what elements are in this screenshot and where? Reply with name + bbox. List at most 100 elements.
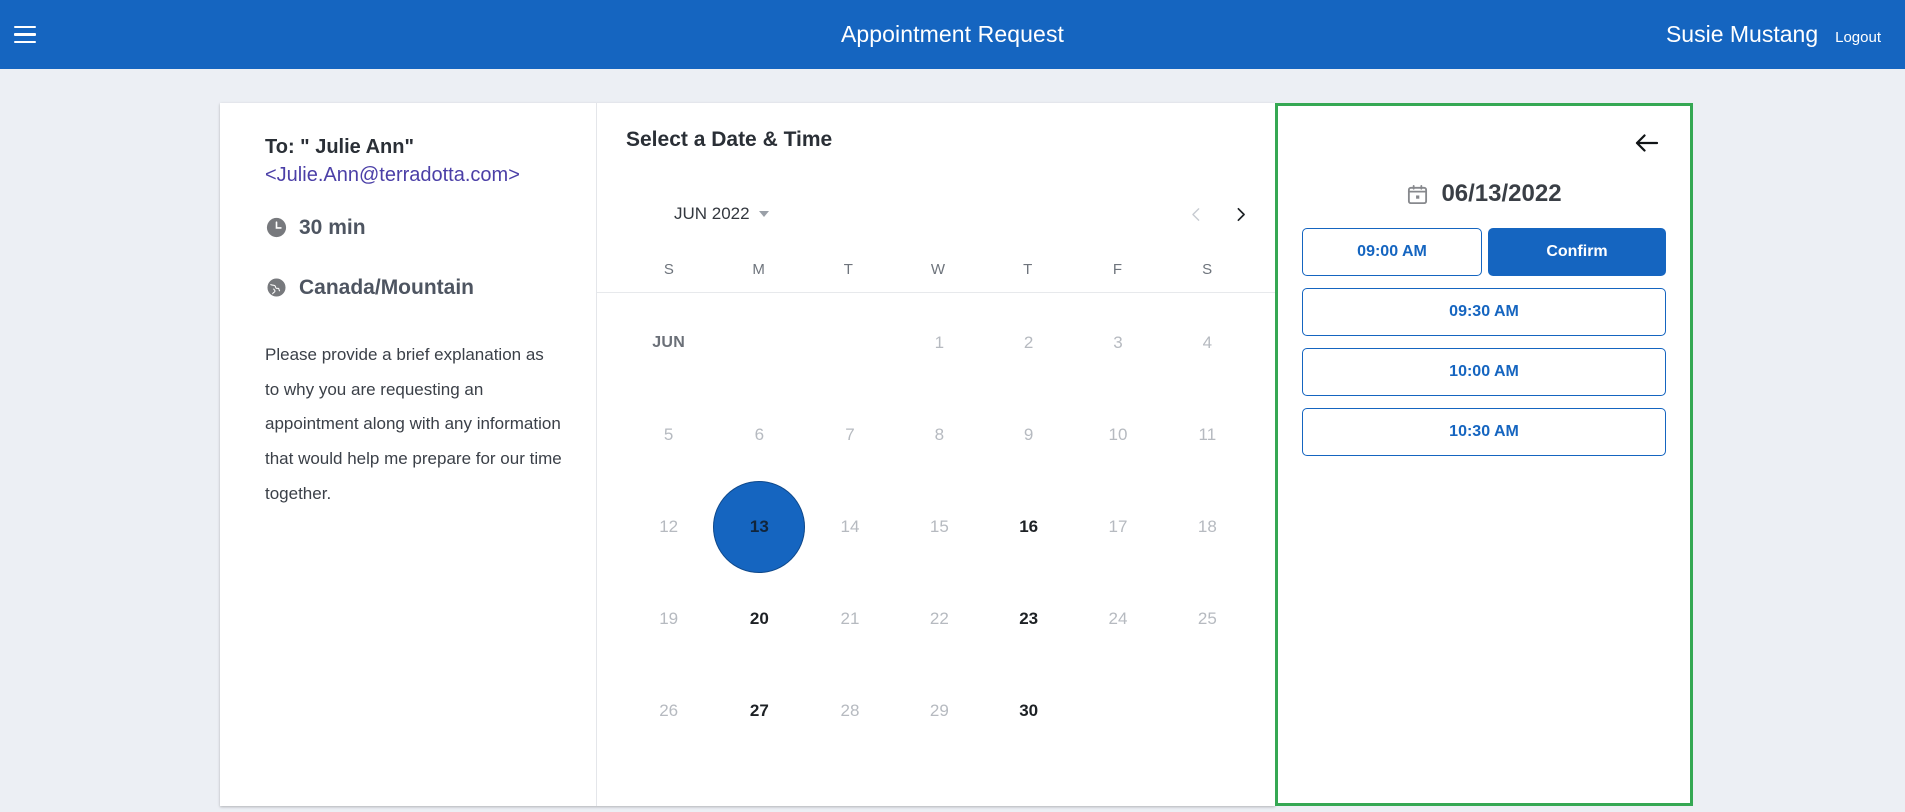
time-slot-button[interactable]: 10:30 AM [1302,408,1666,456]
time-slot-button[interactable]: 09:30 AM [1302,288,1666,336]
recipient-email: <Julie.Ann@terradotta.com> [265,164,520,187]
calendar-day-disabled: 1 [934,333,945,352]
weekday-label: S [1202,261,1213,278]
calendar-day-selected[interactable]: 13 [713,481,806,573]
time-slot-row: 10:00 AM [1302,348,1666,396]
weekday-label: M [752,261,765,278]
calendar-day-disabled: 15 [929,517,949,536]
calendar-cell: 20 [713,573,805,665]
appointment-info-pane: To: " Julie Ann" <Julie.Ann@terradotta.c… [220,103,597,806]
duration-label: 30 min [299,215,366,239]
user-name: Susie Mustang [1665,21,1819,47]
calendar-day-disabled: 29 [929,701,949,720]
month-year-selector[interactable]: JUN 2022 [668,199,775,229]
calendar-day-disabled: 4 [1202,333,1213,352]
calendar-day-available[interactable]: 23 [1019,609,1038,629]
calendar-cell: 18 [1163,481,1252,573]
time-slot-panel: 06/13/2022 09:00 AM Confirm 09:30 AM 10:00 … [1275,103,1693,806]
calendar-day-disabled: 11 [1198,425,1217,444]
appointment-card: To: " Julie Ann" <Julie.Ann@terradotta.c… [220,103,1275,806]
chevron-right-icon[interactable] [1232,206,1249,223]
arrow-left-icon[interactable] [1632,128,1662,158]
calendar-cell: 8 [895,389,984,481]
calendar-day-disabled: 25 [1197,609,1217,628]
calendar-cell [1073,665,1162,757]
page-title: Appointment Request [840,21,1065,47]
calendar-cell: 30 [984,665,1073,757]
calendar-day-disabled: 3 [1113,333,1123,352]
app-bar: Appointment Request Susie Mustang Logout [0,0,1905,69]
calendar-weekday-header: S M T W T F S [597,261,1275,293]
calendar-cell: 4 [1163,297,1252,389]
calendar-day-disabled: 2 [1023,333,1034,352]
chevron-left-icon[interactable] [1188,206,1205,223]
calendar-day-available[interactable]: 20 [750,609,769,629]
appbar-user-area: Susie Mustang Logout [1666,21,1881,48]
weekday-label: S [663,261,674,278]
calendar-cell: 21 [805,573,894,665]
time-slot-row: 09:00 AM Confirm [1302,228,1666,276]
calendar-cell: 5 [624,389,713,481]
calendar-day-disabled: 19 [659,609,679,628]
weekday-label: W [930,261,946,278]
confirm-button[interactable]: Confirm [1488,228,1666,276]
calendar-cell: 10 [1073,389,1162,481]
globe-icon [266,277,287,298]
calendar-cell: 6 [713,389,805,481]
calendar-day-disabled: 17 [1108,517,1128,536]
calendar-day-disabled: 21 [840,609,860,628]
calendar-cell: 15 [895,481,984,573]
chevron-down-icon [758,211,769,217]
month-year-label: JUN 2022 [674,204,750,223]
calendar-cell: 13 [713,481,806,573]
time-slot-button[interactable]: 09:00 AM [1302,228,1482,276]
time-slot-list: 09:00 AM Confirm 09:30 AM 10:00 AM 10:30 AM [1302,228,1666,456]
calendar-cell: 24 [1073,573,1162,665]
calendar-month-tag: JUN [652,334,686,351]
calendar-day-disabled: 22 [929,609,949,628]
logout-link[interactable]: Logout [1835,29,1881,46]
calendar-day-disabled: 8 [934,425,945,444]
calendar-day-disabled: 18 [1197,517,1217,536]
calendar-heading: Select a Date & Time [626,128,833,151]
calendar-cell: 16 [984,481,1073,573]
appointment-description: Please provide a brief explanation as to… [265,344,562,504]
calendar-day-available[interactable]: 27 [750,701,769,721]
calendar-cell: 1 [895,297,984,389]
calendar-cell [1163,665,1252,757]
selected-date-header: 06/13/2022 [1302,180,1666,208]
calendar-nav [1188,206,1249,223]
calendar-day-disabled: 26 [659,701,679,720]
calendar-day-disabled: 28 [840,701,860,720]
calendar-cell: 25 [1163,573,1252,665]
calendar-day-available[interactable]: 30 [1019,701,1038,721]
weekday-label: T [843,261,853,278]
recipient-name: To: " Julie Ann" [265,136,414,158]
time-slot-row: 09:30 AM [1302,288,1666,336]
hamburger-menu-icon[interactable] [14,20,44,50]
calendar-cell: 14 [805,481,894,573]
calendar-cell: 26 [624,665,713,757]
calendar-cell: 27 [713,665,805,757]
calendar-cell: 29 [895,665,984,757]
recipient-block: To: " Julie Ann" <Julie.Ann@terradotta.c… [265,133,562,190]
calendar-cell: 9 [984,389,1073,481]
calendar-day-disabled: 10 [1108,425,1128,444]
calendar-cell: 3 [1073,297,1162,389]
calendar-day-disabled: 6 [754,425,765,444]
calendar-day-disabled: 5 [663,425,674,444]
calendar-cell: 2 [984,297,1073,389]
calendar-day-available[interactable]: 16 [1019,517,1038,537]
calendar-day-disabled: 12 [659,517,679,536]
weekday-label: T [1023,261,1033,278]
calendar-icon [1408,184,1428,204]
calendar-day-disabled: 14 [840,517,860,536]
clock-icon [266,218,287,238]
time-slot-button[interactable]: 10:00 AM [1302,348,1666,396]
calendar-day-disabled: 24 [1108,609,1128,628]
calendar-cell: 19 [624,573,713,665]
calendar-cell: JUN [624,297,713,389]
calendar-cell: 22 [895,573,984,665]
calendar-cell: 7 [805,389,894,481]
calendar-cell: 17 [1073,481,1162,573]
